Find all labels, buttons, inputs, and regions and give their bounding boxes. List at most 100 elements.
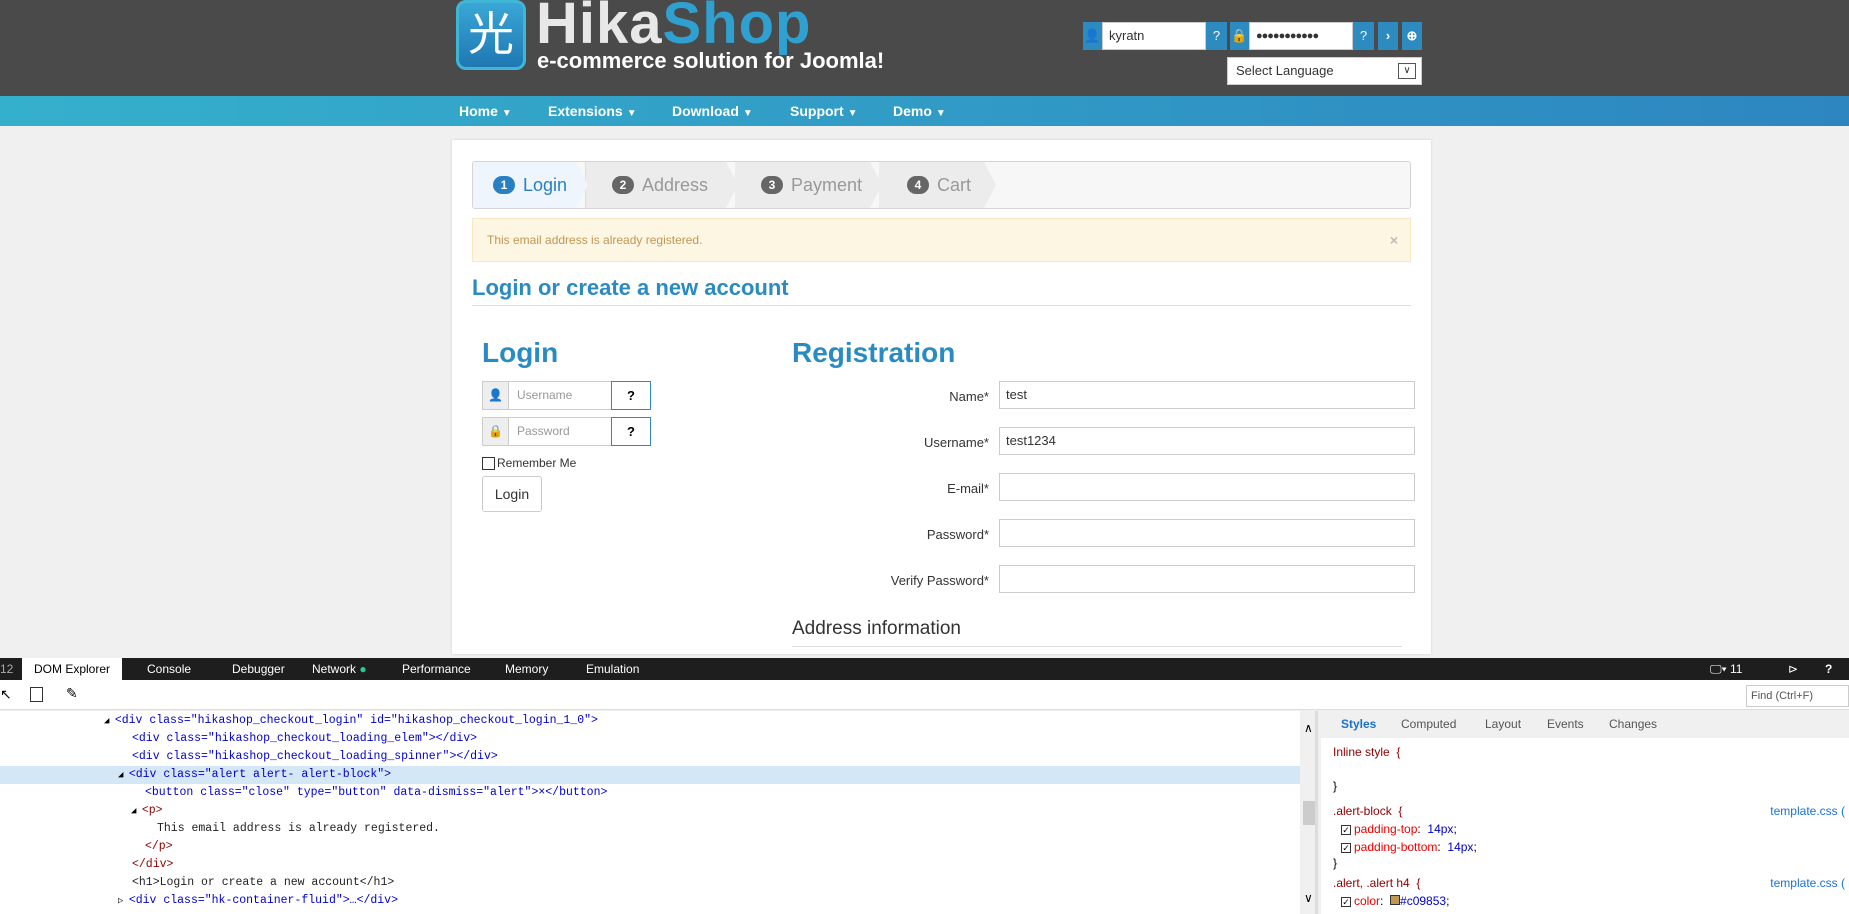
dom-node[interactable]: <div class="hikashop_checkout_loading_sp… bbox=[0, 748, 1300, 766]
login-username-group[interactable]: 👤 Username? bbox=[482, 381, 651, 410]
remember-me[interactable]: Remember Me bbox=[482, 456, 576, 470]
tab-styles[interactable]: Styles bbox=[1341, 711, 1376, 738]
tab-computed[interactable]: Computed bbox=[1401, 711, 1456, 738]
tab-memory[interactable]: Memory bbox=[505, 658, 548, 680]
source-link[interactable]: template.css ( bbox=[1770, 804, 1845, 818]
step-address[interactable]: 2 Address bbox=[585, 162, 738, 208]
header-username-input[interactable]: kyratn bbox=[1102, 22, 1206, 50]
dom-node[interactable]: </p> bbox=[0, 838, 1300, 856]
tab-debugger[interactable]: Debugger bbox=[232, 658, 285, 680]
devtools-toolbar: ↖ ✎ Find (Ctrl+F) bbox=[0, 680, 1849, 710]
dom-node-selected[interactable]: ◢ <div class="alert alert- alert-block"> bbox=[0, 766, 1300, 784]
username-help-icon[interactable]: ? bbox=[1206, 22, 1227, 50]
style-prop[interactable]: ✓ padding-top: 14px; bbox=[1341, 822, 1457, 836]
tab-performance[interactable]: Performance bbox=[402, 658, 471, 680]
tab-events[interactable]: Events bbox=[1547, 711, 1584, 738]
step-login[interactable]: 1 Login bbox=[473, 162, 588, 208]
reg-password-input[interactable] bbox=[999, 519, 1415, 547]
tab-layout[interactable]: Layout bbox=[1485, 711, 1521, 738]
checkbox-icon: ✓ bbox=[1341, 843, 1351, 853]
style-prop[interactable]: ✓ color: #c09853; bbox=[1341, 894, 1449, 908]
inline-style-rule: Inline style { bbox=[1333, 745, 1401, 759]
rule-close: } bbox=[1333, 779, 1338, 793]
source-link[interactable]: template.css ( bbox=[1770, 876, 1845, 890]
checkout-steps: 1 Login 2 Address 3 Payment 4 Cart bbox=[472, 161, 1411, 209]
alert-text: This email address is already registered… bbox=[487, 233, 703, 247]
page-title: Login or create a new account bbox=[472, 275, 789, 300]
login-button[interactable]: Login bbox=[482, 476, 542, 512]
tab-dom-explorer[interactable]: DOM Explorer bbox=[22, 658, 122, 680]
register-plus-button[interactable]: ⊕ bbox=[1402, 22, 1422, 50]
dom-scrollbar[interactable]: ∧ ∨ bbox=[1300, 711, 1318, 914]
email-input[interactable] bbox=[999, 473, 1415, 501]
divider bbox=[472, 305, 1411, 306]
tab-changes[interactable]: Changes bbox=[1609, 711, 1657, 738]
lock-icon: 🔒 bbox=[1230, 22, 1249, 50]
nav-extensions[interactable]: Extensions ▼ bbox=[548, 96, 637, 126]
email-label: E-mail* bbox=[947, 481, 989, 496]
scroll-thumb bbox=[1303, 801, 1315, 825]
tab-network[interactable]: Network ● bbox=[312, 658, 367, 680]
alert-message: This email address is already registered… bbox=[472, 218, 1411, 262]
highlight-element-icon[interactable] bbox=[30, 687, 43, 702]
dom-node[interactable]: </div> bbox=[0, 856, 1300, 874]
dom-text-node[interactable]: This email address is already registered… bbox=[0, 820, 1300, 838]
help-icon[interactable]: ? bbox=[611, 381, 651, 410]
nav-download[interactable]: Download ▼ bbox=[672, 96, 753, 126]
lock-icon: 🔒 bbox=[483, 418, 509, 445]
nav-demo[interactable]: Demo ▼ bbox=[893, 96, 946, 126]
caret-down-icon: ▼ bbox=[742, 108, 753, 119]
dom-node[interactable]: ◢ <p> bbox=[0, 802, 1300, 820]
registration-title: Registration bbox=[792, 337, 956, 368]
help-icon[interactable]: ? bbox=[1825, 658, 1832, 680]
scroll-up-icon: ∧ bbox=[1304, 721, 1313, 735]
help-icon[interactable]: ? bbox=[611, 417, 651, 446]
f12-label: 12 bbox=[0, 662, 14, 676]
dom-node[interactable]: ◢ <div class="hikashop_checkout_login" i… bbox=[0, 712, 1300, 730]
nav-home[interactable]: Home ▼ bbox=[459, 96, 512, 126]
color-picker-icon[interactable]: ✎ bbox=[66, 685, 78, 702]
dom-node[interactable]: <button class="close" type="button" data… bbox=[0, 784, 1300, 802]
document-mode[interactable]: 🖵▾ 11 bbox=[1710, 658, 1742, 680]
hikashop-logo-icon[interactable]: 光 bbox=[456, 0, 526, 70]
verify-password-input[interactable] bbox=[999, 565, 1415, 593]
header-password-input[interactable]: ●●●●●●●●●●● bbox=[1249, 22, 1353, 50]
console-toggle-icon[interactable]: ⊳ bbox=[1788, 658, 1798, 680]
find-input[interactable]: Find (Ctrl+F) bbox=[1746, 685, 1849, 707]
language-select-value: Select Language bbox=[1236, 63, 1334, 78]
main-nav: Home ▼ Extensions ▼ Download ▼ Support ▼ Dem… bbox=[0, 96, 1849, 126]
user-icon: 👤 bbox=[1083, 22, 1102, 50]
verify-password-label: Verify Password* bbox=[890, 573, 989, 588]
language-select[interactable]: Select Language ∨ bbox=[1227, 57, 1422, 85]
nav-support[interactable]: Support ▼ bbox=[790, 96, 858, 126]
login-password-group[interactable]: 🔒 Password? bbox=[482, 417, 651, 446]
password-input[interactable]: Password bbox=[517, 418, 570, 445]
style-prop[interactable]: ✓ padding-bottom: 14px; bbox=[1341, 840, 1477, 854]
site-header bbox=[0, 0, 1849, 96]
tab-console[interactable]: Console bbox=[147, 658, 191, 680]
remember-label: Remember Me bbox=[497, 456, 577, 470]
tagline: e-commerce solution for Joomla! bbox=[537, 48, 885, 73]
dom-node[interactable]: ▷ <div class="hk-container-fluid">…</div… bbox=[0, 892, 1300, 910]
dom-node[interactable]: <div class="hikashop_checkout_loading_el… bbox=[0, 730, 1300, 748]
login-arrow-button[interactable]: › bbox=[1378, 22, 1398, 50]
username-input[interactable]: Username bbox=[517, 382, 572, 409]
styles-pane: Styles Computed Layout Events Changes In… bbox=[1321, 711, 1849, 914]
dom-node[interactable]: <h1>Login or create a new account</h1> bbox=[0, 874, 1300, 892]
tab-emulation[interactable]: Emulation bbox=[586, 658, 639, 680]
dom-tree: ◢ <div class="hikashop_checkout_login" i… bbox=[0, 711, 1300, 914]
reg-username-input[interactable]: test1234 bbox=[999, 427, 1415, 455]
devtools-tabbar: 12 DOM Explorer Console Debugger Network… bbox=[0, 658, 1849, 680]
remember-checkbox[interactable] bbox=[482, 457, 495, 470]
password-help-icon[interactable]: ? bbox=[1353, 22, 1374, 50]
color-swatch bbox=[1390, 895, 1401, 905]
close-icon[interactable]: × bbox=[1390, 219, 1398, 261]
alert-rule: .alert, .alert h4 { bbox=[1333, 876, 1421, 890]
step-cart[interactable]: 4 Cart bbox=[879, 162, 996, 208]
address-heading: Address information bbox=[792, 618, 961, 639]
caret-down-icon: ▼ bbox=[847, 108, 858, 119]
step-payment[interactable]: 3 Payment bbox=[735, 162, 882, 208]
record-icon: ● bbox=[359, 662, 367, 676]
select-element-icon[interactable]: ↖ bbox=[0, 686, 12, 703]
name-input[interactable]: test bbox=[999, 381, 1415, 409]
